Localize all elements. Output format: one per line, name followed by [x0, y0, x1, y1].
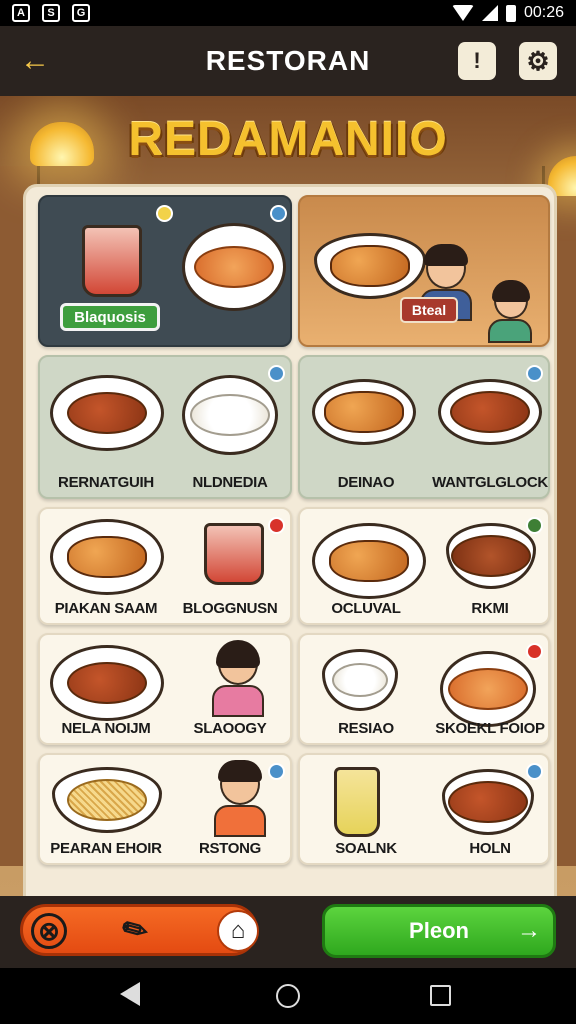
app-notification-icon: A	[12, 4, 30, 22]
restaurant-scene: REDAMANIIO Blaquosis Bteal RERNATGUIH NL…	[0, 96, 576, 896]
wifi-icon	[451, 5, 474, 21]
menu-card[interactable]: NELA NOIJM SLAOOGY	[38, 633, 292, 745]
settings-gear-icon[interactable]: ⚙	[519, 42, 557, 80]
menu-card[interactable]: PEARAN EHOIR RSTONG	[38, 753, 292, 865]
food-plate-icon	[182, 223, 286, 311]
proceed-label: Pleon	[409, 918, 469, 943]
food-plate-icon	[312, 523, 426, 599]
menu-card[interactable]: OCLUVAL RKMI	[298, 507, 550, 625]
featured-card-right[interactable]: Bteal	[298, 195, 550, 347]
food-bowl-icon	[322, 649, 398, 711]
featured-card-left[interactable]: Blaquosis	[38, 195, 292, 347]
featured-tag: Blaquosis	[60, 303, 160, 331]
food-plate-icon	[50, 519, 164, 595]
menu-item-label: RESIAO	[338, 720, 394, 737]
menu-item-label: PIAKAN SAAM	[54, 600, 158, 617]
battery-icon	[505, 4, 516, 22]
signal-icon	[481, 5, 498, 21]
drink-icon	[334, 767, 380, 837]
nav-back-icon[interactable]	[120, 982, 140, 1006]
menu-item-label: SKOEKL FOIOP	[435, 720, 545, 737]
menu-item-label: HOLN	[469, 840, 511, 857]
proceed-button[interactable]: Pleon →	[322, 904, 556, 958]
tool-selector[interactable]: ⊗ ✎ ⌂	[20, 904, 259, 956]
app-header: ← RESTORAN ! ⚙	[0, 26, 576, 96]
drink-icon	[204, 523, 264, 585]
soup-bowl-icon	[446, 523, 536, 589]
info-badge-icon	[526, 763, 543, 780]
menu-item-label: SLAOOGY	[193, 720, 267, 737]
featured-tag: Bteal	[400, 297, 458, 323]
food-plate-icon	[438, 379, 542, 445]
menu-item-label: NLDNEDIA	[192, 474, 268, 491]
status-time: 00:26	[523, 4, 564, 21]
info-badge-icon	[268, 763, 285, 780]
food-plate-icon	[440, 651, 536, 727]
app-notification-icon: G	[72, 4, 90, 22]
menu-board: Blaquosis Bteal RERNATGUIH NLDNEDIA DEIN…	[23, 184, 557, 896]
back-arrow-icon[interactable]: ←	[20, 44, 60, 78]
alert-button[interactable]: !	[458, 42, 496, 80]
menu-item-label: BLOGGNUSN	[182, 600, 278, 617]
food-plate-icon	[312, 379, 416, 445]
menu-item-label: RERNATGUIH	[58, 474, 154, 491]
check-badge-icon	[526, 517, 543, 534]
info-badge-icon	[270, 205, 287, 222]
customer-character-icon	[210, 640, 264, 717]
alert-badge-icon	[526, 643, 543, 660]
app-notification-icon: S	[42, 4, 60, 22]
noodle-bowl-icon	[52, 767, 162, 833]
menu-item-label: RSTONG	[198, 840, 262, 857]
alert-badge-icon	[268, 517, 285, 534]
arrow-right-icon: →	[517, 917, 541, 944]
menu-card[interactable]: RESIAO SKOEKL FOIOP	[298, 633, 550, 745]
tool-icon[interactable]: ✎	[116, 909, 155, 952]
menu-item-label: DEINAO	[337, 474, 395, 491]
status-bar: A S G 00:26	[0, 0, 576, 26]
menu-card[interactable]: RERNATGUIH NLDNEDIA	[38, 355, 292, 499]
customer-character-icon	[486, 280, 532, 343]
customer-character-icon	[212, 760, 266, 837]
food-plate-icon	[50, 375, 164, 451]
food-bowl-icon	[442, 769, 534, 835]
roast-chicken-icon	[314, 233, 426, 299]
menu-item-label: PEARAN EHOIR	[50, 840, 162, 857]
menu-item-label: SOALNK	[335, 840, 397, 857]
bottom-action-bar: ⊗ ✎ ⌂ Pleon →	[0, 896, 576, 968]
food-plate-icon	[182, 375, 278, 455]
info-badge-icon	[526, 365, 543, 382]
info-badge-icon	[268, 365, 285, 382]
home-icon[interactable]: ⌂	[217, 910, 259, 952]
nav-recents-icon[interactable]	[430, 985, 451, 1006]
menu-card[interactable]: PIAKAN SAAM BLOGGNUSN	[38, 507, 292, 625]
drink-icon	[82, 225, 142, 297]
nav-home-icon[interactable]	[276, 984, 300, 1008]
menu-card[interactable]: DEINAO WANTGLGLOCK	[298, 355, 550, 499]
menu-item-label: RKMI	[471, 600, 509, 617]
menu-item-label: NELA NOIJM	[61, 720, 151, 737]
restaurant-name: REDAMANIIO	[128, 113, 448, 166]
food-plate-icon	[50, 645, 164, 721]
cancel-icon[interactable]: ⊗	[31, 913, 67, 949]
menu-item-label: OCLUVAL	[331, 600, 401, 617]
system-nav-bar	[0, 968, 576, 1024]
menu-card[interactable]: SOALNK HOLN	[298, 753, 550, 865]
sparkle-icon	[156, 205, 173, 222]
menu-item-label: WANTGLGLOCK	[432, 474, 548, 491]
